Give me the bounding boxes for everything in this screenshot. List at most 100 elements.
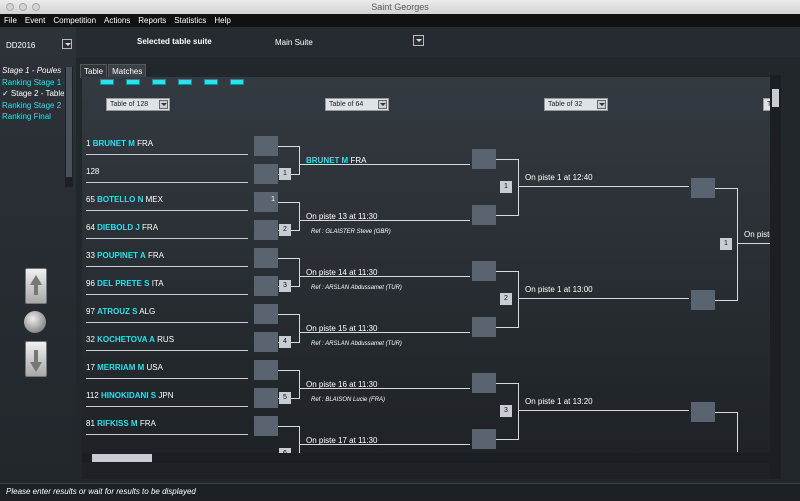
match-number[interactable]: 2 [500, 293, 512, 305]
entry-row[interactable]: 128 [86, 164, 248, 183]
entry-row[interactable]: 97 ATROUZ S ALG [86, 304, 248, 323]
tab-matches[interactable]: Matches [108, 64, 147, 78]
entry-row[interactable]: 1 BRUNET M FRA [86, 136, 248, 155]
entry-row[interactable]: 17 MERRIAM M USA [86, 360, 248, 379]
round-indicator[interactable] [152, 79, 166, 85]
round-select-32[interactable]: Table of 32 [544, 98, 608, 111]
scroll-down-button[interactable] [25, 341, 47, 377]
score-box[interactable] [254, 332, 278, 352]
entry-name: MERRIAM M [97, 363, 145, 372]
bracket-vertical-scrollbar[interactable] [770, 75, 781, 479]
menu-statistics[interactable]: Statistics [170, 14, 210, 27]
menu-file[interactable]: File [0, 14, 21, 27]
round3-match-info: On piste 1 at 12:40 [525, 173, 593, 182]
stage-item[interactable]: Ranking Stage 1 - [2, 77, 64, 89]
bracket-line [737, 188, 738, 301]
bracket-horizontal-scrollbar[interactable] [82, 453, 770, 463]
round-indicator[interactable] [230, 79, 244, 85]
score-box[interactable] [472, 149, 496, 169]
score-box[interactable] [691, 178, 715, 198]
score-box[interactable] [472, 429, 496, 449]
score-box[interactable] [254, 416, 278, 436]
entry-row[interactable]: 33 POUPINET A FRA [86, 248, 248, 267]
round2-winner-nat: FRA [350, 156, 367, 165]
menu-event[interactable]: Event [21, 14, 49, 27]
center-button[interactable] [24, 311, 46, 333]
bracket-line [519, 298, 689, 299]
entry-name: DEL PRETE S [97, 279, 150, 288]
entry-row[interactable]: 112 HINOKIDANI S JPN [86, 388, 248, 407]
score-box[interactable] [254, 276, 278, 296]
stage-item[interactable]: Stage 1 - Poules [2, 65, 64, 77]
horizontal-scrollbar-thumb[interactable] [92, 454, 152, 462]
entry-row[interactable]: 81 RIFKISS M FRA [86, 416, 248, 435]
stage-list: Stage 1 - Poules Ranking Stage 1 - ✓ Stage… [2, 65, 64, 123]
round2-match-info: On piste 17 at 11:30 [306, 436, 378, 445]
score-box[interactable]: 1 [254, 192, 278, 212]
menu-actions[interactable]: Actions [100, 14, 134, 27]
round-indicator[interactable] [204, 79, 218, 85]
score-box[interactable] [691, 402, 715, 422]
chevron-down-icon[interactable] [159, 100, 168, 109]
score-box[interactable] [254, 220, 278, 240]
score-box[interactable] [254, 164, 278, 184]
round-select-label: Table of 32 [548, 101, 583, 108]
entry-seed: 1 [86, 139, 91, 148]
score-box[interactable] [254, 304, 278, 324]
menu-help[interactable]: Help [210, 14, 234, 27]
suite-dropdown-button[interactable] [413, 35, 424, 46]
entry-name: HINOKIDANI S [101, 391, 157, 400]
score-box[interactable] [254, 388, 278, 408]
round-indicator[interactable] [178, 79, 192, 85]
entry-nat: FRA [147, 251, 164, 260]
menu-competition[interactable]: Competition [49, 14, 100, 27]
entry-nat: FRA [137, 139, 154, 148]
scroll-up-button[interactable] [25, 268, 47, 304]
round-indicator[interactable] [126, 79, 140, 85]
entry-row[interactable]: 32 KOCHETOVA A RUS [86, 332, 248, 351]
bracket-line [518, 271, 519, 328]
chevron-down-icon[interactable] [378, 100, 387, 109]
entry-row[interactable]: 64 DIEBOLD J FRA [86, 220, 248, 239]
bracket-line [278, 258, 300, 259]
round-indicator[interactable] [100, 79, 114, 85]
stage-list-scrollbar-thumb[interactable] [66, 67, 72, 177]
vertical-scrollbar-thumb[interactable] [772, 89, 779, 107]
suite-value[interactable]: Main Suite [275, 38, 313, 47]
event-dropdown-button[interactable] [62, 39, 72, 49]
main-area: Selected table suite Main Suite Table Ma… [76, 27, 800, 483]
score-box[interactable] [472, 317, 496, 337]
match-number[interactable]: 1 [720, 238, 732, 250]
round2-winner[interactable]: BRUNET M FRA [306, 156, 366, 165]
round-select-128[interactable]: Table of 128 [106, 98, 170, 111]
score-box[interactable] [691, 290, 715, 310]
match-number[interactable]: 3 [500, 405, 512, 417]
stage-item[interactable]: ✓ Stage 2 - Table [2, 88, 64, 100]
tab-table[interactable]: Table [80, 64, 108, 78]
match-number[interactable]: 5 [279, 392, 291, 404]
stage-item[interactable]: Ranking Stage 2 - [2, 100, 64, 112]
score-box[interactable] [472, 261, 496, 281]
score-box[interactable] [472, 373, 496, 393]
event-select-value[interactable]: DD2016 [6, 41, 35, 50]
entry-row[interactable]: 65 BOTELLO N MEX [86, 192, 248, 211]
entry-row[interactable]: 96 DEL PRETE S ITA [86, 276, 248, 295]
stage-list-scrollbar[interactable] [65, 67, 73, 187]
round-select-64[interactable]: Table of 64 [325, 98, 389, 111]
match-number[interactable]: 2 [279, 224, 291, 236]
match-number[interactable]: 4 [279, 336, 291, 348]
match-number[interactable]: 1 [279, 168, 291, 180]
menu-reports[interactable]: Reports [134, 14, 170, 27]
window-title: Saint Georges [371, 2, 429, 12]
bracket-line [518, 383, 519, 440]
stage-item[interactable]: Ranking Final [2, 111, 64, 123]
arrow-down-icon [30, 362, 42, 372]
match-number[interactable]: 1 [500, 181, 512, 193]
score-box[interactable] [472, 205, 496, 225]
entry-seed: 64 [86, 223, 95, 232]
chevron-down-icon[interactable] [597, 100, 606, 109]
score-box[interactable] [254, 360, 278, 380]
match-number[interactable]: 3 [279, 280, 291, 292]
score-box[interactable] [254, 248, 278, 268]
score-box[interactable] [254, 136, 278, 156]
